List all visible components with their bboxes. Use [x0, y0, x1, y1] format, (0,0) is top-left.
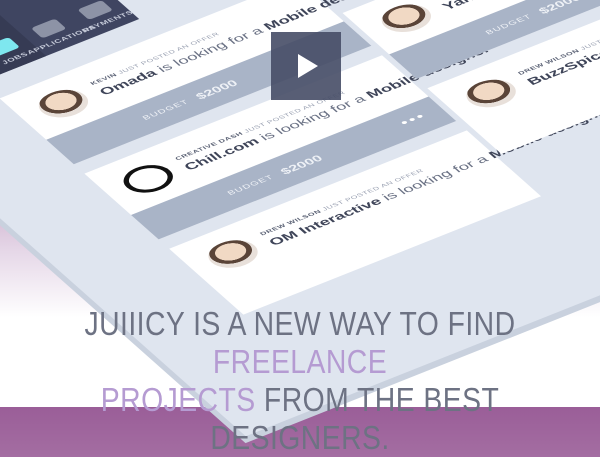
company-logo	[114, 159, 182, 199]
play-icon[interactable]	[271, 32, 341, 100]
avatar	[457, 74, 525, 113]
tagline: JUIIICY IS A NEW WAY TO FIND FREELANCE P…	[84, 305, 516, 456]
card-headline: Yan	[439, 0, 478, 13]
avatar	[372, 0, 440, 38]
avatar	[199, 234, 267, 274]
more-dots-icon[interactable]: •••	[396, 110, 430, 129]
avatar	[29, 84, 98, 123]
